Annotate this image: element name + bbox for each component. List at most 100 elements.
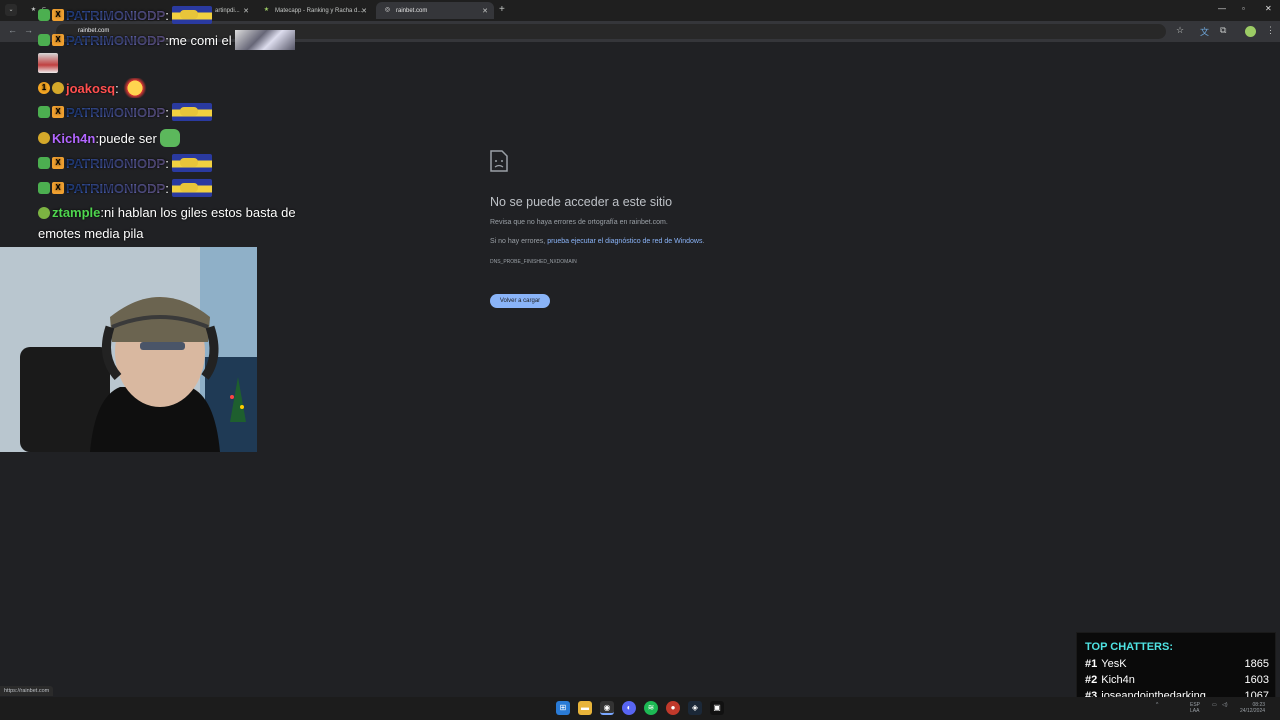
chat-text: puede ser [98, 130, 157, 146]
chat-text: me comi el [168, 32, 232, 48]
tray-chevron-icon[interactable]: ^ [1156, 702, 1158, 708]
chat-username: Kich4n [52, 130, 96, 146]
network-icon[interactable]: ▭ [1212, 702, 1217, 708]
badge-icon [38, 34, 50, 46]
clock-date: 24/12/2024 [1240, 708, 1266, 714]
webcam-overlay [0, 247, 257, 452]
chatter-name: YesK [1101, 658, 1127, 670]
tab-4[interactable]: ◎ rainbet.com ✕ [376, 2, 494, 19]
chat-message: ztample: ni hablan los giles estos basta… [38, 205, 296, 220]
chat-username: PATRIMONIODP [66, 7, 166, 23]
top-chatter-row: #2 Kich4n 1603 [1085, 674, 1269, 686]
forward-button[interactable]: → [24, 25, 33, 35]
chat-text: emotes media pila [38, 226, 144, 241]
tab-search-button[interactable]: ⌄ [5, 4, 17, 16]
star-icon: ★ [30, 7, 37, 13]
badge-icon: 1 [38, 82, 50, 94]
chatter-rank: #2 [1085, 674, 1098, 686]
chat-message-continuation: emotes media pila [38, 226, 144, 241]
close-icon[interactable]: ✕ [482, 7, 488, 15]
sad-document-icon [490, 150, 508, 177]
chat-message: Kich4n: puede ser [38, 129, 180, 147]
tab-3-label: Matecapp - Ranking y Racha d... [275, 7, 363, 14]
language-indicator[interactable]: ESP LAA [1190, 702, 1200, 714]
top-chatters-title: TOP CHATTERS: [1085, 641, 1174, 653]
restore-button[interactable]: ▫ [1242, 4, 1245, 13]
star-icon: ★ [263, 7, 270, 13]
error-hint: Revisa que no haya errores de ortografía… [490, 219, 668, 226]
translate-icon[interactable]: 文 [1200, 25, 1209, 38]
close-window-button[interactable]: ✕ [1265, 4, 1272, 13]
badge-icon [38, 132, 50, 144]
chatter-rank: #1 [1085, 658, 1098, 670]
badge-icon: X [52, 34, 64, 46]
chat-username: PATRIMONIODP [66, 32, 166, 48]
badge-icon [52, 82, 64, 94]
diagnostics-link[interactable]: prueba ejecutar el diagnóstico de red de… [547, 238, 702, 245]
epic-games-icon[interactable]: ▣ [710, 701, 724, 715]
clock[interactable]: 08:23 24/12/2024 [1240, 702, 1265, 714]
badge-icon [38, 9, 50, 21]
tab-3[interactable]: ★ Matecapp - Ranking y Racha d... ✕ [255, 2, 373, 19]
chat-username: PATRIMONIODP [66, 104, 166, 120]
volume-icon[interactable]: ◁) [1222, 702, 1228, 708]
error-code: DNS_PROBE_FINISHED_NXDOMAIN [490, 259, 577, 265]
menu-icon[interactable]: ⋮ [1266, 25, 1275, 36]
badge-icon [38, 206, 50, 219]
new-tab-button[interactable]: + [499, 4, 505, 15]
tab-2-label: artinpdi... [215, 7, 240, 14]
chat-username: joakosq [66, 80, 116, 96]
chat-message: X PATRIMONIODP: me comi el [38, 30, 295, 50]
discord-icon[interactable]: ◐ [622, 701, 636, 715]
chat-username: ztample [52, 205, 101, 220]
file-explorer-icon[interactable]: ▬ [578, 701, 592, 715]
webcam-image [0, 247, 257, 452]
globe-icon: ◎ [384, 7, 391, 13]
extensions-icon[interactable]: ⧉ [1220, 25, 1226, 36]
chat-username: PATRIMONIODP [66, 180, 166, 196]
back-button[interactable]: ← [8, 25, 17, 35]
suggestion-suffix: . [702, 238, 705, 245]
face-emote-icon [38, 53, 58, 73]
taxi-emote-icon [171, 6, 212, 24]
chatter-count: 1865 [1244, 658, 1269, 670]
profile-avatar[interactable] [1245, 26, 1256, 37]
sun-emote-icon [121, 78, 148, 98]
obs-icon[interactable]: ● [666, 701, 680, 715]
chat-emote-line [38, 53, 58, 73]
error-title: No se puede acceder a este sitio [490, 195, 673, 209]
suggestion-prefix: Si no hay errores, [490, 238, 548, 245]
minimize-button[interactable]: — [1218, 4, 1226, 13]
start-menu-icon[interactable]: ⊞ [556, 701, 570, 715]
chat-message: X PATRIMONIODP: [38, 179, 212, 197]
chat-message: 1 joakosq: [38, 78, 148, 98]
badge-icon [38, 182, 50, 194]
spotify-icon[interactable]: ≋ [644, 701, 658, 715]
close-icon[interactable]: ✕ [361, 7, 367, 15]
bookmark-star-icon[interactable]: ☆ [1176, 25, 1184, 36]
reload-button[interactable]: Volver a cargar [490, 294, 550, 308]
badge-icon: X [52, 9, 64, 21]
chrome-icon[interactable]: ◉ [600, 701, 614, 715]
taxi-emote-icon [171, 154, 212, 172]
error-suggestion: Si no hay errores, prueba ejecutar el di… [490, 238, 704, 245]
badge-icon: X [52, 182, 64, 194]
language-layout: LAA [1190, 708, 1200, 714]
chat-text: ni hablan los giles estos basta de [104, 205, 296, 220]
chatter-count: 1603 [1244, 674, 1269, 686]
chatter-name: Kich4n [1101, 674, 1135, 686]
chat-message: X PATRIMONIODP: [38, 154, 212, 172]
pepe-emote-icon [159, 129, 180, 147]
chat-username: PATRIMONIODP [66, 155, 166, 171]
steam-icon[interactable]: ◈ [688, 701, 702, 715]
chat-message: X PATRIMONIODP: [38, 6, 212, 24]
windows-taskbar [0, 697, 1280, 720]
status-bar-url: https://rainbet.com [0, 686, 54, 696]
taxi-emote-icon [171, 103, 212, 121]
badge-icon [38, 157, 50, 169]
tab-4-label: rainbet.com [396, 7, 428, 14]
close-icon[interactable]: ✕ [243, 7, 249, 15]
badge-icon: X [52, 157, 64, 169]
taxi-emote-icon [171, 179, 212, 197]
badge-icon [38, 106, 50, 118]
